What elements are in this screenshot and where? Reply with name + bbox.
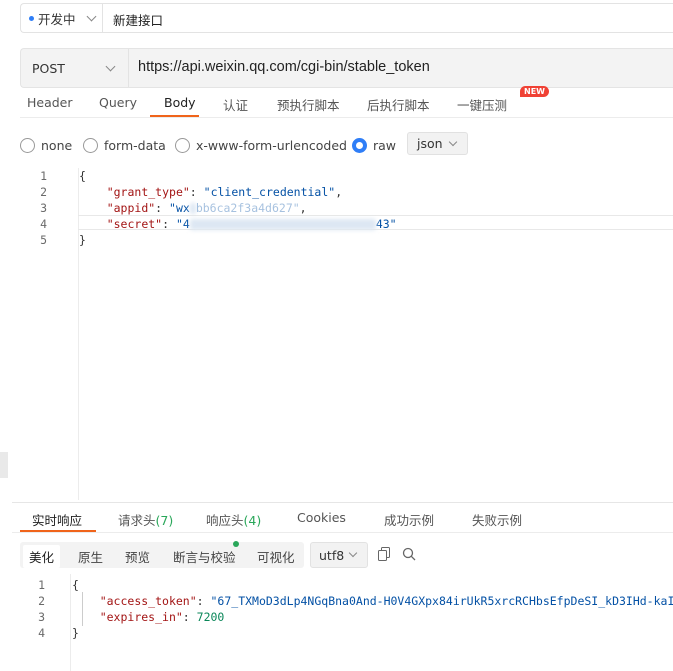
status-dot	[233, 541, 239, 547]
json-value: 43"	[375, 217, 397, 231]
view-raw-button[interactable]: 原生	[72, 546, 109, 567]
gutter-divider	[70, 574, 71, 671]
json-value: "wx	[169, 201, 190, 215]
chevron-down-icon	[105, 61, 116, 71]
charset-label: utf8	[319, 547, 345, 563]
json-value: "67_TXMoD3dLp4NGqBna0And-H0V4GXpx84irUkR…	[210, 594, 673, 608]
view-assert-button[interactable]: 断言与校验	[167, 546, 242, 567]
radio-circle-icon	[83, 138, 98, 153]
tab-label: 请求头	[118, 513, 156, 528]
json-value: "4	[175, 217, 190, 231]
json-value-faded: bb6ca2f3a4d627"	[195, 201, 300, 215]
chevron-down-icon	[348, 548, 358, 558]
tab-query[interactable]: Query	[99, 95, 137, 110]
raw-format-label: json	[417, 136, 443, 151]
radio-raw[interactable]: raw	[352, 138, 396, 153]
status-dot	[29, 15, 34, 21]
json-key: "appid"	[106, 201, 156, 215]
method-select[interactable]: POST	[21, 49, 129, 87]
json-key: "grant_type"	[106, 185, 190, 199]
code-line: {	[72, 578, 79, 592]
url-bar: POST https://api.weixin.qq.com/cgi-bin/s…	[20, 48, 673, 88]
request-line-numbers: 1 2 3 4 5	[27, 168, 47, 248]
tab-label: 响应头	[206, 513, 244, 528]
new-badge: NEW	[520, 86, 549, 97]
chevron-down-icon	[86, 11, 96, 21]
code-line: "expires_in": 7200	[99, 610, 225, 624]
line-number: 2	[38, 594, 45, 608]
code-line: "grant_type": "client_credential",	[106, 185, 343, 199]
radio-circle-icon	[20, 138, 35, 153]
search-icon[interactable]	[402, 547, 416, 565]
line-number: 2	[40, 185, 47, 199]
tab-count: (4)	[243, 513, 262, 528]
tab-cookies[interactable]: Cookies	[297, 510, 346, 525]
radio-label: form-data	[104, 138, 166, 153]
method-label: POST	[32, 60, 65, 76]
json-key: "access_token"	[99, 594, 197, 608]
response-body-viewer[interactable]: { "access_token": "67_TXMoD3dLp4NGqBna0A…	[72, 577, 673, 641]
radio-form-data[interactable]: form-data	[83, 138, 166, 153]
tab-failure-example[interactable]: 失败示例	[472, 510, 522, 529]
tab-post-script[interactable]: 后执行脚本	[367, 95, 430, 114]
code-line: "secret": "4 43"	[106, 217, 397, 231]
radio-circle-icon	[175, 138, 190, 153]
status-label: 开发中	[38, 11, 76, 27]
view-visualize-button[interactable]: 可视化	[251, 546, 301, 567]
radio-label: none	[41, 138, 73, 153]
line-number: 3	[38, 610, 45, 624]
tab-pre-script[interactable]: 预执行脚本	[277, 95, 340, 114]
json-key: "secret"	[106, 217, 163, 231]
code-line: {	[79, 169, 86, 183]
redacted-text	[189, 203, 196, 214]
raw-format-select[interactable]: json	[407, 132, 468, 155]
divider	[12, 502, 673, 503]
radio-selected-icon	[352, 138, 367, 153]
status-select[interactable]: 开发中	[21, 4, 103, 32]
radio-label: raw	[373, 138, 397, 153]
json-value: "client_credential"	[203, 185, 336, 199]
code-line: }	[79, 233, 86, 247]
top-bar: 开发中 新建接口	[20, 3, 673, 33]
tab-body[interactable]: Body	[164, 95, 196, 110]
tab-load-test[interactable]: 一键压测	[457, 95, 507, 114]
radio-label: x-www-form-urlencoded	[196, 138, 347, 153]
code-line: }	[72, 626, 79, 640]
line-number: 4	[38, 626, 45, 640]
view-pretty-button[interactable]: 美化	[23, 545, 61, 568]
tab-count: (7)	[155, 513, 174, 528]
chevron-down-icon	[448, 137, 457, 146]
response-line-numbers: 1 2 3 4	[25, 577, 45, 641]
tab-auth[interactable]: 认证	[223, 95, 248, 114]
api-name-input[interactable]: 新建接口	[113, 10, 163, 29]
line-number: 1	[40, 169, 47, 183]
tab-header[interactable]: Header	[27, 95, 73, 110]
response-view-group: 美化 原生 预览 断言与校验 可视化	[20, 542, 304, 568]
radio-urlencoded[interactable]: x-www-form-urlencoded	[175, 138, 347, 153]
view-preview-button[interactable]: 预览	[119, 546, 156, 567]
json-key: "expires_in"	[99, 610, 183, 624]
panel-splitter[interactable]	[0, 452, 8, 478]
tab-realtime-response[interactable]: 实时响应	[32, 510, 82, 529]
redacted-text	[189, 219, 376, 230]
json-value: 7200	[196, 610, 225, 624]
line-number: 5	[40, 233, 47, 247]
request-body-editor[interactable]: { "grant_type": "client_credential", "ap…	[79, 168, 397, 248]
divider	[12, 532, 673, 533]
radio-none[interactable]: none	[20, 138, 72, 153]
code-line: "access_token": "67_TXMoD3dLp4NGqBna0And…	[72, 593, 673, 609]
line-number: 4	[40, 217, 47, 231]
url-input[interactable]: https://api.weixin.qq.com/cgi-bin/stable…	[138, 59, 430, 75]
code-line: "appid": "wx bb6ca2f3a4d627",	[106, 201, 307, 215]
tab-success-example[interactable]: 成功示例	[384, 510, 434, 529]
line-number: 3	[40, 201, 47, 215]
tab-response-headers[interactable]: 响应头(4)	[206, 510, 261, 529]
divider	[20, 117, 673, 118]
line-number: 1	[38, 578, 45, 592]
copy-icon[interactable]	[378, 547, 391, 565]
tab-request-headers[interactable]: 请求头(7)	[118, 510, 173, 529]
charset-select[interactable]: utf8	[310, 542, 368, 568]
